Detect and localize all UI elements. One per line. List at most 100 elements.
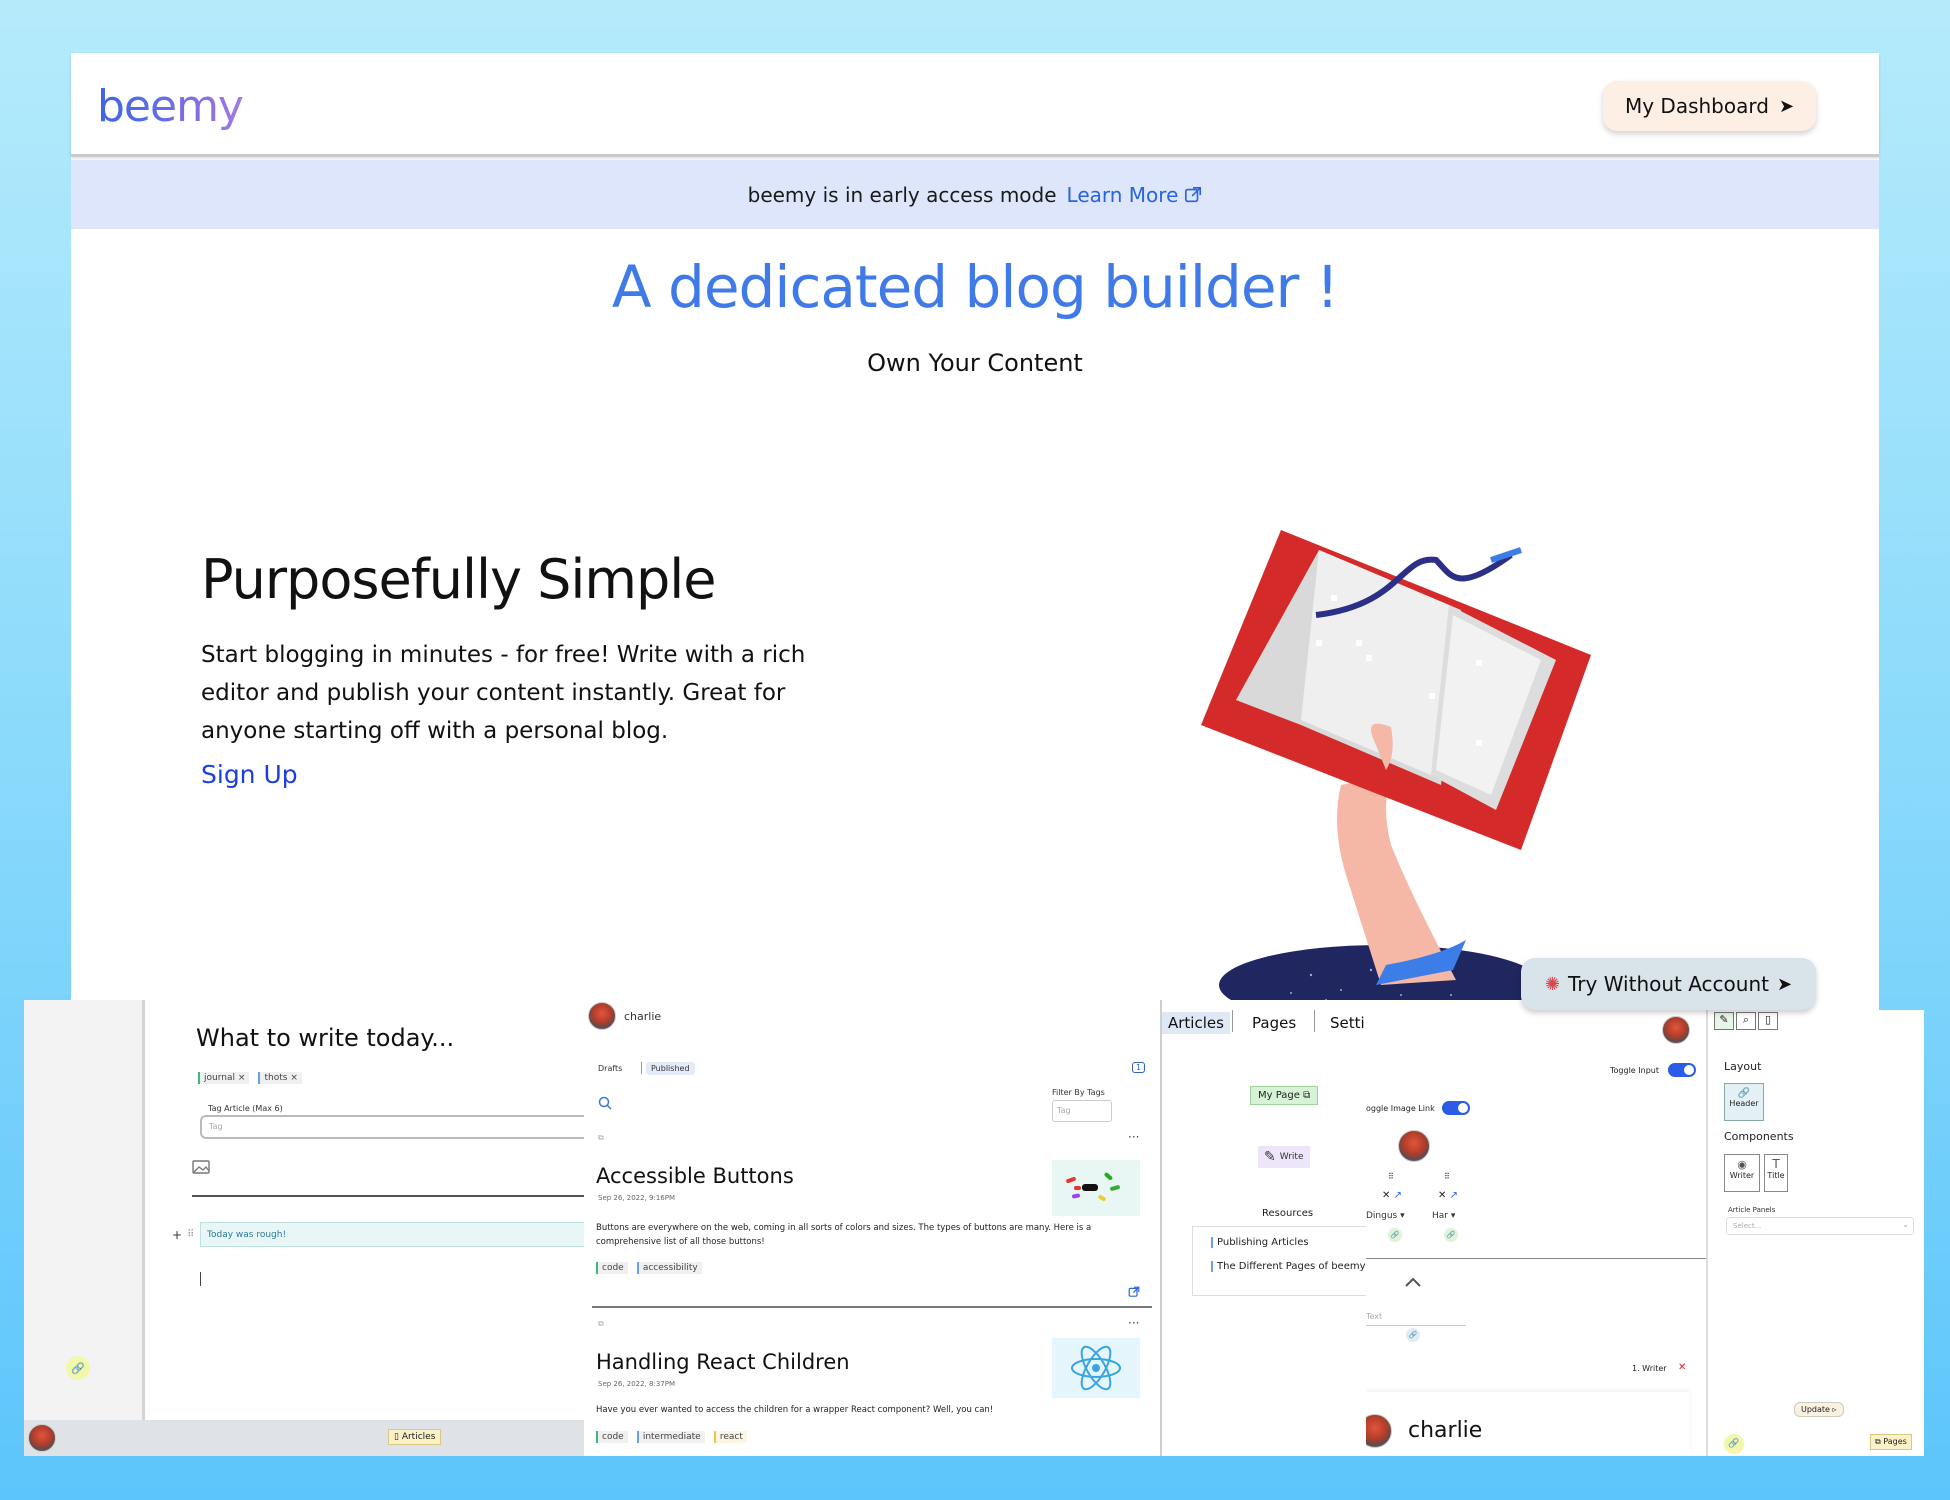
title-component[interactable]: T Title [1764,1154,1788,1192]
page-builder-screenshot: Toggle Input oggle Image Link ⠿ ⠿ ✕ ↗ ✕ … [1366,1000,1710,1456]
arrow-right-icon: ➤ [1776,973,1793,995]
tab-settings[interactable]: Setti [1330,1014,1365,1032]
filter-tag-input[interactable]: Tag [1052,1100,1112,1122]
notebook-icon[interactable]: ▯ [1758,1012,1778,1030]
write-button[interactable]: ✎ Write [1258,1146,1310,1168]
text-field-label: Text [1366,1312,1383,1321]
copy-icon[interactable]: ⧉ [598,1133,604,1143]
layout-label: Layout [1724,1060,1762,1073]
copy-icon: ⧉ [1875,1437,1881,1446]
search-icon[interactable] [598,1096,612,1110]
more-icon[interactable]: ··· [1128,1130,1139,1144]
tab-drafts[interactable]: Drafts [598,1064,622,1073]
editor-tag-list: journal × thots × [198,1065,306,1084]
article-panels-select[interactable]: Select... ⌄ [1726,1217,1914,1235]
remove-icon[interactable]: ✕ ↗ [1438,1190,1458,1201]
avatar[interactable] [588,1002,616,1030]
editor-screenshot: What to write today... journal × thots ×… [24,1000,586,1456]
tag-input[interactable]: Tag [200,1115,586,1139]
writer-component[interactable]: ◉ Writer [1724,1154,1760,1192]
edit-icon: ✎ [1264,1149,1276,1165]
link-icon[interactable]: 🔗 [1388,1228,1402,1242]
tab-published[interactable]: Published [646,1062,695,1075]
tab-separator [1314,1010,1315,1032]
article-date: Sep 26, 2022, 9:16PM [598,1194,676,1202]
drag-handle-icon[interactable]: ⠿ [187,1229,194,1240]
link-icon[interactable]: 🔗 [66,1356,90,1380]
remove-icon[interactable]: ✕ ↗ [1382,1190,1402,1201]
layout-panel-screenshot: ✎ ⌕ ▯ Layout 🔗 Header Components ◉ Write… [1706,1010,1924,1456]
avatar[interactable] [1662,1016,1690,1044]
count-badge: 1 [1132,1062,1146,1073]
tag[interactable]: intermediate [636,1431,705,1443]
add-block-icon[interactable]: + [172,1228,182,1242]
article-title[interactable]: Handling React Children [596,1350,850,1374]
react-logo-thumbnail [1052,1338,1140,1398]
editor-footer: ▯ Articles [24,1420,586,1456]
writer-select-b[interactable]: Har ▾ [1432,1211,1455,1221]
article-divider [592,1306,1152,1308]
drag-handle-icon[interactable]: ⠿ [1444,1172,1450,1181]
hero-subtitle: Own Your Content [867,349,1083,377]
cursor-icon: ▹ [1832,1405,1837,1414]
resources-label: Resources [1262,1208,1314,1219]
tag-article-label: Tag Article (Max 6) [208,1104,283,1113]
toggle-image-link-label: oggle Image Link [1366,1104,1435,1113]
writer-preview: charlie [1366,1392,1690,1456]
toggle-input-switch[interactable] [1668,1063,1696,1077]
tag[interactable]: code [596,1262,628,1274]
my-dashboard-button[interactable]: My Dashboard ➤ [1603,81,1816,131]
text-icon: T [1772,1157,1780,1171]
link-icon[interactable]: 🔗 [1724,1434,1744,1454]
arrow-right-icon: ➤ [1778,95,1795,117]
toggle-image-link-switch[interactable] [1442,1101,1470,1115]
feature-body: Start blogging in minutes - for free! Wr… [201,642,806,744]
tag[interactable]: accessibility [636,1262,702,1274]
search-icon[interactable]: ⌕ [1736,1012,1756,1030]
note-block[interactable]: Today was rough! [200,1222,586,1247]
copy-icon[interactable]: ⧉ [598,1319,604,1329]
tag-journal[interactable]: journal × [198,1072,250,1084]
my-dashboard-label: My Dashboard [1624,94,1769,118]
avatar [1366,1414,1392,1448]
hero-title: A dedicated blog builder ! [611,253,1339,321]
edit-icon[interactable]: ✎ [1714,1012,1734,1030]
link-icon: 🔗 [1737,1088,1751,1099]
image-icon[interactable] [192,1160,210,1174]
remove-writer-icon[interactable]: ✕ [1678,1362,1686,1373]
link-icon[interactable]: 🔗 [1444,1228,1458,1242]
link-icon[interactable]: 🔗 [1406,1328,1420,1342]
try-label: Try Without Account [1568,972,1769,996]
divider [192,1195,586,1197]
resource-link[interactable]: The Different Pages of beemy [1211,1261,1366,1272]
try-without-account-button[interactable]: ✺ Try Without Account ➤ [1521,958,1816,1010]
my-page-button[interactable]: My Page ⧉ [1250,1086,1319,1105]
text-field[interactable] [1366,1325,1466,1326]
pages-footer-button[interactable]: ⧉ Pages [1870,1434,1912,1450]
logo[interactable]: beemy [97,81,244,132]
sign-up-link[interactable]: Sign Up [201,760,298,789]
feature-title: Purposefully Simple [201,548,716,611]
octopus-icon: ✺ [1544,973,1561,995]
resource-link[interactable]: Publishing Articles [1211,1237,1309,1248]
tag[interactable]: code [596,1431,628,1443]
avatar[interactable] [28,1424,56,1452]
drag-handle-icon[interactable]: ⠿ [1388,1172,1394,1181]
resources-box: Publishing Articles The Different Pages … [1192,1226,1370,1296]
more-icon[interactable]: ··· [1128,1316,1139,1330]
article-title[interactable]: Accessible Buttons [596,1164,794,1188]
learn-more-link[interactable]: Learn More [1067,183,1203,207]
tab-articles[interactable]: Articles [1162,1012,1230,1034]
article-excerpt: Buttons are everywhere on the web, comin… [596,1223,1092,1247]
header-block[interactable]: 🔗 Header [1724,1083,1764,1121]
tag[interactable]: react [713,1431,747,1443]
tag-thots[interactable]: thots × [258,1072,302,1084]
copy-icon: ⧉ [1303,1090,1311,1101]
articles-footer-button[interactable]: ▯ Articles [388,1429,442,1445]
tab-pages[interactable]: Pages [1252,1014,1296,1032]
update-button[interactable]: Update ▹ [1794,1402,1844,1417]
external-link-icon [1185,186,1202,202]
writer-select-a[interactable]: Dingus ▾ [1366,1211,1405,1221]
external-link-icon[interactable] [1128,1286,1140,1298]
chevron-up-icon[interactable] [1404,1276,1422,1288]
